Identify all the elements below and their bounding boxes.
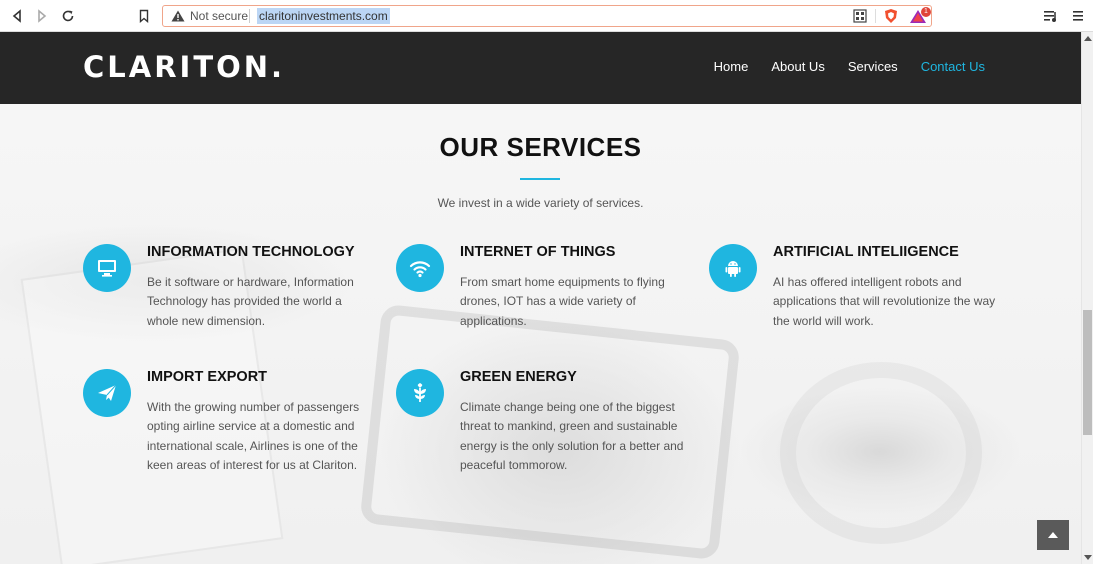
- warning-icon[interactable]: [171, 10, 185, 22]
- rewards-badge: 1: [921, 7, 931, 17]
- brave-shield-icon[interactable]: [883, 8, 899, 24]
- back-to-top-button[interactable]: [1037, 520, 1069, 550]
- site-header: CLARITON. Home About Us Services Contact…: [0, 32, 1081, 104]
- service-description: Climate change being one of the biggest …: [460, 400, 684, 472]
- extension-divider: [875, 9, 876, 23]
- leaf-icon: [396, 369, 444, 417]
- security-status-label[interactable]: Not secure: [190, 9, 248, 23]
- section-subtitle: We invest in a wide variety of services.: [437, 196, 644, 210]
- browser-toolbar: Not secure claritoninvestments.com 1: [0, 0, 1093, 32]
- service-description: AI has offered intelligent robots and ap…: [773, 275, 996, 328]
- main-nav: Home About Us Services Contact Us: [714, 59, 985, 74]
- service-title: INFORMATION TECHNOLOGY: [147, 244, 355, 260]
- scroll-up-arrow[interactable]: [1084, 36, 1092, 41]
- nav-contact-us[interactable]: Contact Us: [921, 59, 985, 74]
- service-title: ARTIFICIAL INTELIIGENCE: [773, 244, 959, 260]
- nav-home[interactable]: Home: [714, 59, 749, 74]
- android-icon: [709, 244, 757, 292]
- section-title: OUR SERVICES: [439, 132, 642, 162]
- scroll-down-arrow[interactable]: [1084, 555, 1092, 560]
- forward-arrow-icon: [38, 9, 47, 23]
- title-underline: [520, 178, 560, 180]
- forward-button[interactable]: [32, 6, 52, 26]
- qr-code-icon[interactable]: [853, 9, 867, 23]
- service-description: Be it software or hardware, Information …: [147, 275, 354, 328]
- scrollbar-thumb[interactable]: [1083, 310, 1092, 435]
- site-logo[interactable]: CLARITON.: [83, 50, 285, 84]
- page-scrollbar[interactable]: [1081, 32, 1093, 564]
- reload-icon: [62, 10, 74, 22]
- chevron-up-icon: [1048, 532, 1058, 538]
- address-bar[interactable]: Not secure claritoninvestments.com 1: [162, 5, 932, 27]
- nav-about-us[interactable]: About Us: [771, 59, 824, 74]
- paper-plane-icon: [83, 369, 131, 417]
- service-title: INTERNET OF THINGS: [460, 244, 616, 260]
- web-page: CLARITON. Home About Us Services Contact…: [0, 32, 1081, 564]
- address-divider: [249, 9, 250, 23]
- service-title: GREEN ENERGY: [460, 369, 577, 385]
- service-description: With the growing number of passengers op…: [147, 400, 360, 472]
- nav-services[interactable]: Services: [848, 59, 898, 74]
- monitor-icon: [83, 244, 131, 292]
- bookmark-button[interactable]: [134, 6, 154, 26]
- back-arrow-icon: [12, 9, 21, 23]
- background-coffee-cup: [780, 362, 982, 544]
- rewards-button[interactable]: 1: [909, 7, 931, 25]
- service-description: From smart home equipments to flying dro…: [460, 275, 665, 328]
- bookmark-icon: [139, 9, 149, 23]
- back-button[interactable]: [7, 6, 27, 26]
- playlist-icon[interactable]: [1043, 8, 1059, 24]
- reload-button[interactable]: [58, 6, 78, 26]
- menu-icon[interactable]: [1070, 8, 1086, 24]
- service-title: IMPORT EXPORT: [147, 369, 268, 385]
- url-text[interactable]: claritoninvestments.com: [257, 8, 390, 24]
- wifi-icon: [396, 244, 444, 292]
